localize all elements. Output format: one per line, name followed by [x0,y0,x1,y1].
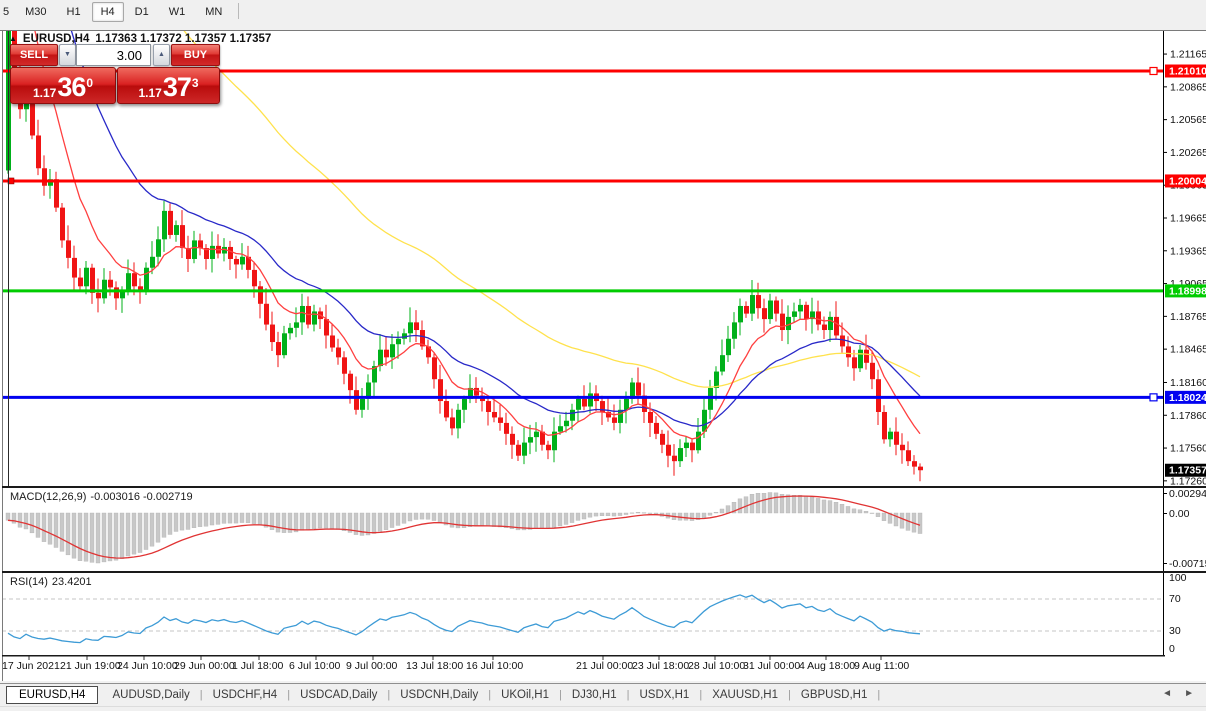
svg-text:29 Jun 00:00: 29 Jun 00:00 [174,660,235,672]
sell-button[interactable]: SELL [10,44,58,66]
chart-canvas[interactable]: 1.211651.208651.205651.202651.199651.196… [0,0,1206,711]
svg-text:24 Jun 10:00: 24 Jun 10:00 [117,660,178,672]
timeframe-button-MN[interactable]: MN [196,2,231,22]
svg-text:1.19365: 1.19365 [1170,245,1206,257]
svg-text:100: 100 [1169,572,1187,584]
macd-values: -0.003016 -0.002719 [90,491,193,503]
svg-text:1.21165: 1.21165 [1170,49,1206,61]
rsi-title: RSI(14) [10,576,48,588]
svg-text:0.00: 0.00 [1169,508,1190,520]
rsi-levels [2,598,1163,632]
chart-tab-usdcnh-daily[interactable]: USDCNH,Daily [390,687,488,703]
svg-text:9 Jul 00:00: 9 Jul 00:00 [346,660,398,672]
svg-text:16 Jul 10:00: 16 Jul 10:00 [466,660,523,672]
svg-text:23 Jul 18:00: 23 Jul 18:00 [632,660,689,672]
current-price-label: 1.17357 [1165,463,1206,477]
svg-text:1.20004: 1.20004 [1169,175,1206,187]
tabs-scroll-right-icon[interactable]: ► [1184,688,1194,699]
rsi-line [7,594,921,644]
svg-text:31 Jul 00:00: 31 Jul 00:00 [743,660,800,672]
svg-text:1.18465: 1.18465 [1170,344,1206,356]
chart-tab-gbpusd-h1[interactable]: GBPUSD,H1 [791,687,877,703]
svg-text:4 Aug 18:00: 4 Aug 18:00 [799,660,855,672]
sell-price-base: 1.17 [32,86,57,100]
chart-tab-xauusd-h1[interactable]: XAUUSD,H1 [702,687,788,703]
horizontal-price-line-1.20004[interactable]: 1.20004 [2,174,1206,188]
price-axis[interactable]: 1.211651.208651.205651.202651.199651.196… [1163,31,1206,655]
svg-text:1.19665: 1.19665 [1170,212,1206,224]
collapse-arrow-icon[interactable]: ▲ [9,34,17,43]
tabs-scroll-left-icon[interactable]: ◄ [1162,688,1172,699]
horizontal-price-line-1.18998[interactable]: 1.18998 [2,284,1206,298]
timeframe-button-M30[interactable]: M30 [16,2,55,22]
svg-text:1.20565: 1.20565 [1170,114,1206,126]
macd-title: MACD(12,26,9) [10,491,87,503]
buy-price-pips: 37 [162,72,192,102]
svg-text:-0.00715: -0.00715 [1169,558,1206,570]
timeframe-button-H4[interactable]: H4 [91,2,124,22]
svg-text:21 Jul 00:00: 21 Jul 00:00 [576,660,633,672]
svg-text:1.17560: 1.17560 [1170,443,1206,455]
svg-text:1.17860: 1.17860 [1170,410,1206,422]
macd-histogram [5,492,923,564]
sell-price-button[interactable]: 1.17 36 0 [10,67,116,104]
svg-text:1.18160: 1.18160 [1170,377,1206,389]
svg-text:1 Jul 18:00: 1 Jul 18:00 [232,660,284,672]
chart-tab-usdchf-h4[interactable]: USDCHF,H4 [203,687,288,703]
buy-price-base: 1.17 [138,86,162,100]
svg-text:17 Jun 2021: 17 Jun 2021 [2,660,60,672]
timeframe-button-W1[interactable]: W1 [160,2,195,22]
svg-text:0: 0 [1169,643,1175,655]
volume-input[interactable] [76,44,151,66]
svg-text:1.20865: 1.20865 [1170,81,1206,93]
svg-text:9 Aug 11:00: 9 Aug 11:00 [854,660,909,672]
svg-text:1.18998: 1.18998 [1169,285,1206,297]
toolbar-separator [238,3,240,19]
svg-text:0.002947: 0.002947 [1169,488,1206,500]
svg-text:1.20265: 1.20265 [1170,147,1206,159]
svg-text:70: 70 [1169,593,1181,605]
svg-text:6 Jul 10:00: 6 Jul 10:00 [289,660,341,672]
svg-text:1.18765: 1.18765 [1170,311,1206,323]
sell-price-point: 0 [86,76,94,90]
rsi-label: RSI(14) 23.4201 [10,576,92,588]
volume-decrease-button[interactable]: ▼ [59,44,76,66]
rsi-value: 23.4201 [51,576,92,588]
time-axis[interactable]: 17 Jun 2021 21 Jun 19:0024 Jun 10:0029 Ju… [2,655,909,672]
svg-text:28 Jul 10:00: 28 Jul 10:00 [688,660,745,672]
timeframe-button-D1[interactable]: D1 [126,2,158,22]
buy-price-button[interactable]: 1.17 37 3 [117,67,220,104]
chart-tab-dj30-h1[interactable]: DJ30,H1 [562,687,627,703]
timeframe-button-5[interactable]: 5 [1,2,14,22]
volume-increase-button[interactable]: ▲ [153,44,170,66]
svg-text:1.21010: 1.21010 [1169,66,1206,78]
svg-text:13 Jul 18:00: 13 Jul 18:00 [406,660,463,672]
svg-text:1.17260: 1.17260 [1170,475,1206,487]
mt4-window: 1.211651.208651.205651.202651.199651.196… [0,0,1206,711]
status-bar [0,706,1206,711]
chart-tab-usdx-h1[interactable]: USDX,H1 [629,687,699,703]
tab-separator: | [877,689,881,701]
svg-text:1.17357: 1.17357 [1169,465,1206,477]
chart-tab-audusd-daily[interactable]: AUDUSD,Daily [102,687,199,703]
chart-tab-ukoil-h1[interactable]: UKOil,H1 [491,687,559,703]
chart-tab-bar: EURUSD,H4 AUDUSD,Daily | USDCHF,H4 | USDCAD,D… [0,683,1206,706]
one-click-trading-panel: SELL ▼ ▲ BUY 1.17 36 0 1.17 37 3 [10,44,220,104]
buy-button[interactable]: BUY [171,44,220,66]
sell-price-pips: 36 [57,72,86,102]
timeframe-toolbar: 5 M30 H1 H4 D1 W1 MN [0,0,1206,30]
svg-text:30: 30 [1169,625,1181,637]
chart-tab-usdcad-daily[interactable]: USDCAD,Daily [290,687,387,703]
chart-tab-eurusd-h4[interactable]: EURUSD,H4 [6,686,99,704]
timeframe-button-H1[interactable]: H1 [58,2,90,22]
buy-price-point: 3 [191,76,199,90]
svg-text:21 Jun 19:00: 21 Jun 19:00 [60,660,121,672]
macd-label: MACD(12,26,9) -0.003016 -0.002719 [10,491,193,503]
svg-text:1.18024: 1.18024 [1169,392,1206,404]
